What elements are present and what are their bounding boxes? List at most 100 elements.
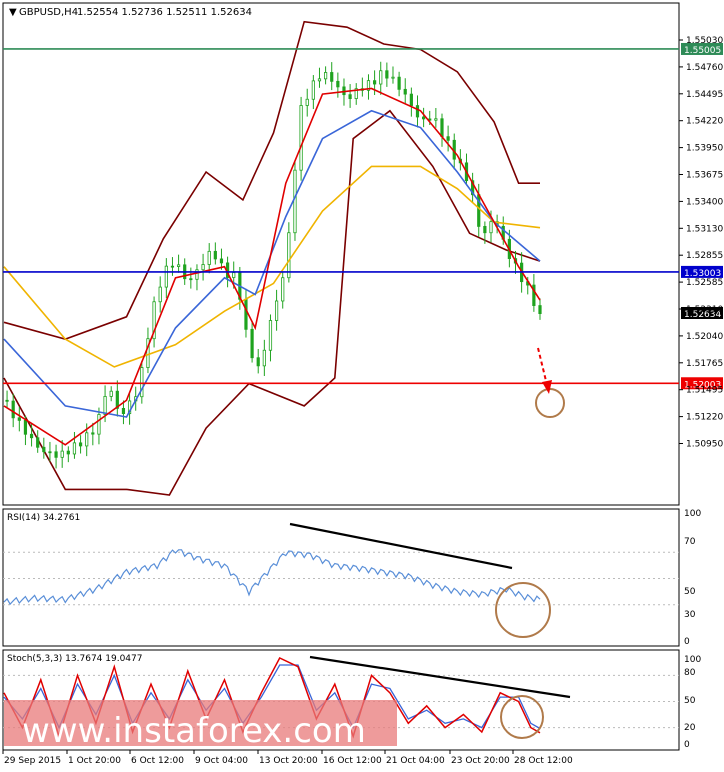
price-tick-label: 1.51765 (686, 359, 723, 369)
rsi-tick-label: 30 (684, 610, 696, 620)
time-tick-label: 28 Oct 12:00 (514, 756, 573, 766)
rsi-tick-label: 100 (684, 509, 701, 519)
candle-body (201, 264, 205, 271)
price-tick-label: 1.52855 (686, 251, 723, 261)
candle-body (48, 451, 52, 454)
candle-body (385, 70, 389, 79)
candle-body (72, 442, 77, 455)
stoch-tick-label: 0 (684, 740, 690, 750)
candle-body (305, 98, 309, 106)
candle-body (489, 221, 493, 234)
candle-body (164, 265, 168, 288)
candle-body (538, 305, 542, 315)
candle-body (109, 390, 113, 397)
candle-body (66, 450, 70, 455)
candle-body (232, 272, 236, 278)
candle-body (409, 93, 413, 106)
candle-body (97, 414, 101, 435)
candle-body (422, 116, 426, 120)
candle-body (42, 446, 46, 453)
ohlc-label: 1.52554 1.52736 1.52511 1.52634 (77, 7, 252, 18)
time-tick-label: 9 Oct 04:00 (195, 756, 248, 766)
stoch-tick-label: 50 (684, 696, 696, 706)
candle-body (397, 76, 401, 90)
chart-canvas: 1.550051.530031.520031.52634 www.instafo… (0, 0, 724, 768)
candle-body (189, 278, 193, 281)
time-tick-label: 21 Oct 04:00 (386, 756, 445, 766)
candle-body (121, 407, 126, 415)
candle-body (78, 442, 83, 447)
candle-body (5, 399, 9, 402)
candle-body (140, 367, 144, 398)
price-tick-label: 1.52040 (686, 332, 723, 342)
candle-body (336, 80, 340, 88)
time-tick-label: 1 Oct 20:00 (68, 756, 121, 766)
time-tick-label: 23 Oct 20:00 (451, 756, 510, 766)
header-triangle-icon: ▼ (9, 7, 17, 18)
candle-body (403, 88, 407, 95)
price-tick-label: 1.53675 (686, 171, 723, 181)
candle-body (54, 451, 58, 458)
candle-body (23, 419, 28, 435)
rsi-tick-label: 70 (684, 537, 696, 547)
candle-body (268, 320, 273, 351)
resistance-price-tag-label: 1.55005 (684, 46, 721, 56)
trading-chart: 1.55005 1.53003 1.52003 1.52634 www.instafo… (0, 0, 724, 768)
candle-body (330, 72, 334, 82)
candle-body (483, 226, 487, 234)
stoch-tick-label: 80 (684, 668, 696, 678)
candle-body (299, 105, 303, 171)
candle-body (317, 78, 322, 82)
candle-body (29, 433, 34, 439)
candle-body (158, 286, 162, 303)
stoch-label: Stoch(5,3,3) 13.7674 19.0477 (7, 654, 142, 664)
stoch-tick-label: 100 (684, 655, 701, 665)
candle-body (415, 105, 420, 118)
candle-body (91, 432, 95, 435)
candle-body (85, 432, 89, 447)
time-tick-label: 29 Sep 2015 (4, 756, 61, 766)
time-tick-label: 16 Oct 12:00 (323, 756, 382, 766)
price-tick-label: 1.53130 (686, 224, 723, 234)
rsi-tick-label: 0 (684, 637, 690, 647)
price-tick-label: 1.52585 (686, 278, 723, 288)
candle-body (293, 169, 297, 234)
candle-body (391, 76, 395, 79)
price-tick-label: 1.55030 (686, 36, 723, 46)
price-tick-label: 1.51495 (686, 386, 723, 396)
price-tick-label: 1.53400 (686, 197, 723, 207)
candle-body (36, 437, 40, 448)
price-tick-label: 1.53950 (686, 144, 723, 154)
candle-body (17, 417, 21, 421)
candle-body (207, 250, 211, 265)
price-tick-label: 1.51220 (686, 413, 723, 423)
price-tick-label: 1.52310 (686, 305, 723, 315)
watermark-text: www.instaforex.com (22, 711, 366, 751)
time-tick-label: 6 Oct 12:00 (131, 756, 184, 766)
candle-body (274, 300, 279, 321)
candle-body (287, 232, 291, 279)
candle-body (440, 118, 444, 138)
candle-body (379, 70, 383, 85)
candle-body (103, 396, 107, 415)
rsi-tick-label: 50 (684, 587, 696, 597)
candle-body (434, 118, 438, 121)
candle-body (176, 264, 181, 267)
candle-body (250, 328, 254, 359)
candle-body (213, 250, 217, 260)
candle-body (281, 277, 285, 302)
candle-body (262, 349, 266, 367)
stoch-tick-label: 20 (684, 723, 696, 733)
price-tick-label: 1.54760 (686, 63, 723, 73)
symbol-label: GBPUSD,H4 (19, 7, 78, 18)
rsi-label: RSI(14) 34.2761 (7, 513, 80, 523)
candle-body (60, 450, 64, 458)
time-tick-label: 13 Oct 20:00 (259, 756, 318, 766)
price-tick-label: 1.54495 (686, 90, 723, 100)
candle-body (323, 72, 328, 80)
candle-body (244, 298, 248, 330)
price-tick-label: 1.50950 (686, 440, 723, 450)
candle-body (170, 265, 175, 268)
candle-body (348, 94, 352, 99)
candle-body (256, 357, 260, 367)
